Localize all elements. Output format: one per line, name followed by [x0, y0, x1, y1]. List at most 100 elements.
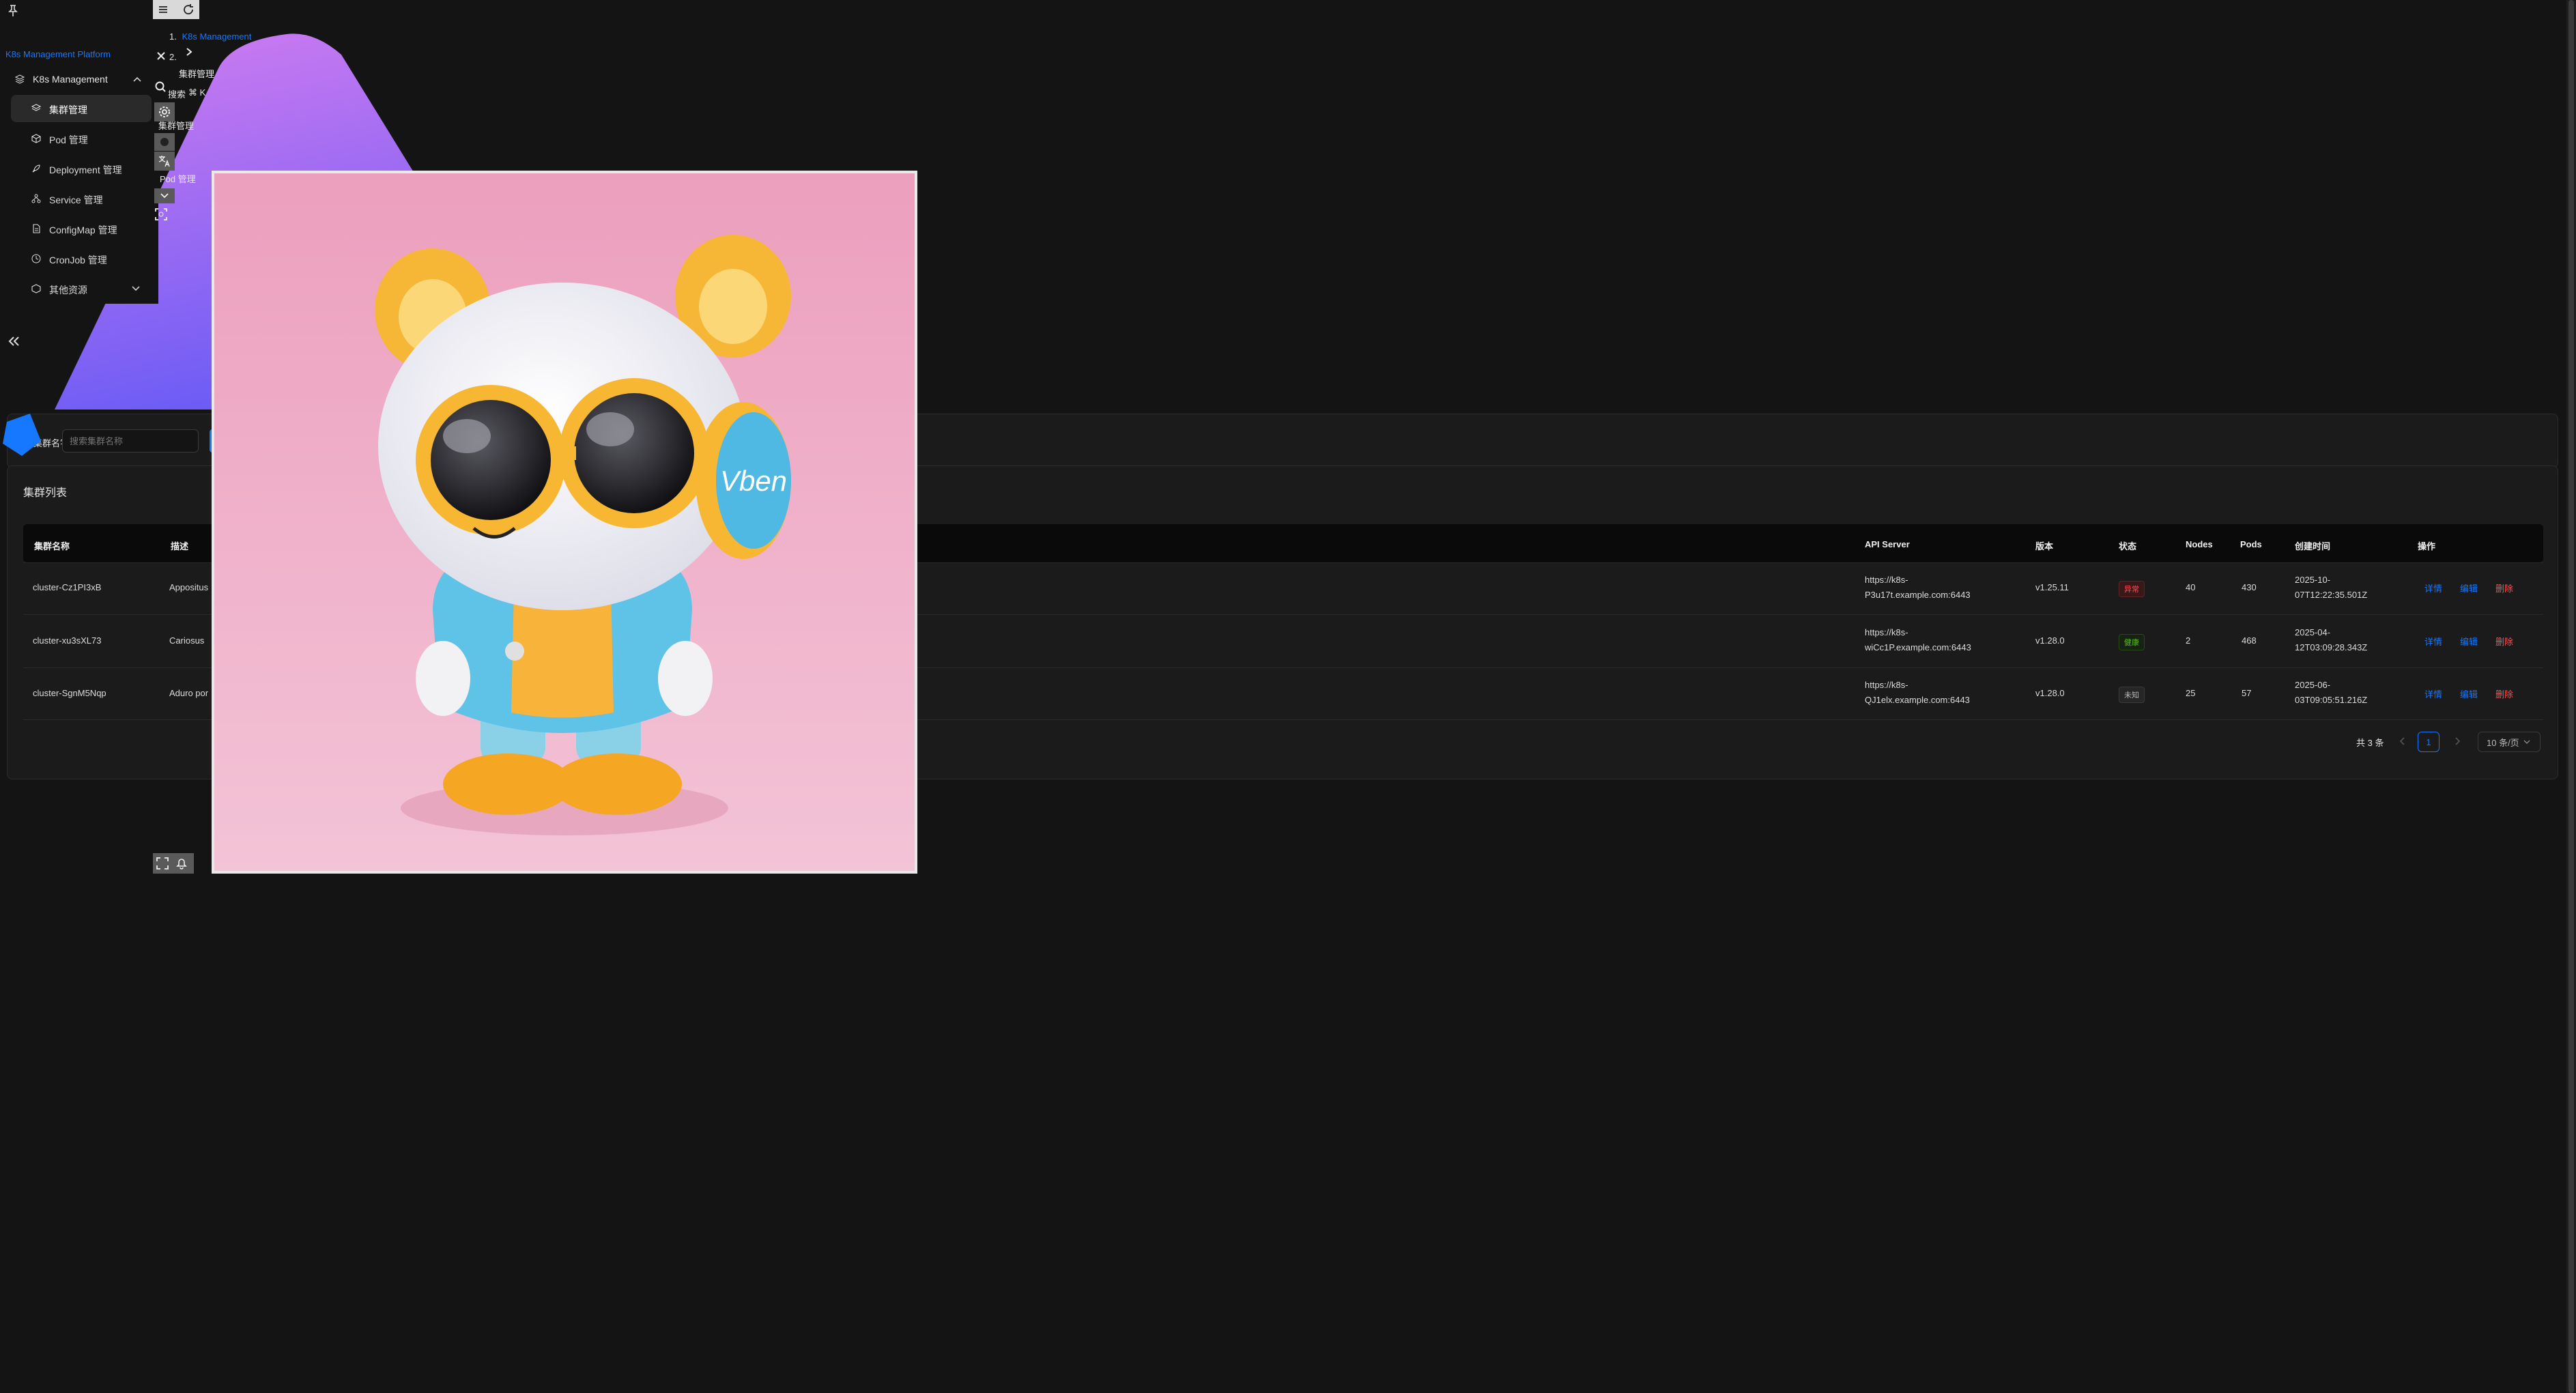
- chevron-down-icon: [132, 286, 140, 291]
- chevron-down-icon: [160, 193, 169, 199]
- edit-link[interactable]: 编辑: [2460, 581, 2478, 594]
- sidebar-item-label: 其他资源: [49, 285, 87, 296]
- sidebar: K8s Management Platform K8s Management 集…: [0, 0, 158, 304]
- cell-nodes: 25: [2186, 688, 2196, 698]
- detail-link[interactable]: 详情: [2424, 687, 2442, 700]
- close-icon[interactable]: [156, 51, 167, 61]
- cell-api-server: https://k8s-: [1865, 680, 1908, 690]
- header-toolbar: [153, 0, 199, 19]
- sidebar-item-pod[interactable]: Pod 管理: [11, 125, 152, 152]
- cell-created: 03T09:05:51.216Z: [2295, 695, 2368, 705]
- cell-created: 2025-06-: [2295, 680, 2331, 690]
- cell-api-server: https://k8s-: [1865, 575, 1908, 585]
- page-size-value: 10 条/页: [2487, 737, 2519, 748]
- translate-icon: [158, 156, 170, 167]
- bell-icon[interactable]: [175, 857, 188, 870]
- page-size-select[interactable]: 10 条/页: [2478, 732, 2541, 752]
- detail-link[interactable]: 详情: [2424, 581, 2442, 594]
- screenshot-icon[interactable]: [154, 207, 168, 221]
- search-shortcut: ⌘ K: [188, 87, 206, 98]
- cell-created: 12T03:09:28.343Z: [2295, 642, 2368, 652]
- sidebar-item-cronjob[interactable]: CronJob 管理: [11, 245, 152, 272]
- sidebar-item-configmap[interactable]: ConfigMap 管理: [11, 215, 152, 242]
- image-preview-overlay: Vben: [212, 171, 917, 874]
- search-icon[interactable]: [154, 81, 167, 93]
- chevron-left-icon[interactable]: [2397, 736, 2408, 747]
- menu-icon[interactable]: [157, 3, 169, 16]
- sidebar-item-label: Pod 管理: [49, 134, 88, 145]
- column-header: Nodes: [2186, 539, 2213, 549]
- edit-link[interactable]: 编辑: [2460, 635, 2478, 648]
- edit-link[interactable]: 编辑: [2460, 687, 2478, 700]
- column-header: 状态: [2119, 541, 2137, 551]
- search-label[interactable]: 搜索: [168, 87, 186, 100]
- cell-name: cluster-xu3sXL73: [33, 635, 102, 646]
- column-header: Pods: [2240, 539, 2262, 549]
- sidebar-item-label: ConfigMap 管理: [49, 225, 117, 235]
- cell-api-server: wiCc1P.example.com:6443: [1865, 642, 1971, 652]
- cell-version: v1.28.0: [2035, 635, 2065, 646]
- clock-icon: [31, 254, 41, 263]
- refresh-icon[interactable]: [182, 3, 195, 16]
- status-badge: 异常: [2119, 581, 2145, 597]
- tab-cluster[interactable]: 集群管理: [158, 119, 194, 132]
- column-header: 描述: [171, 541, 189, 551]
- tab-pod[interactable]: Pod 管理: [160, 172, 196, 185]
- column-header: 操作: [2418, 541, 2436, 551]
- pagination-page[interactable]: 1: [2418, 732, 2439, 752]
- scrollbar-thumb[interactable]: [2568, 0, 2574, 1393]
- breadcrumb-index: 1.: [169, 31, 177, 42]
- vertical-scrollbar[interactable]: [2566, 0, 2576, 1393]
- breadcrumb-item-k8s[interactable]: K8s Management: [182, 31, 251, 42]
- theme-toggle[interactable]: [154, 133, 175, 151]
- sidebar-item-label: 集群管理: [49, 104, 87, 115]
- breadcrumb: 1. K8s Management: [169, 31, 251, 42]
- box-icon: [31, 284, 41, 293]
- sidebar-item-cluster[interactable]: 集群管理: [11, 95, 152, 122]
- language-button[interactable]: [154, 152, 175, 171]
- cell-nodes: 40: [2186, 582, 2196, 592]
- cluster-search-input[interactable]: [62, 429, 199, 453]
- sidebar-item-label: Deployment 管理: [49, 164, 122, 175]
- sidebar-item-label: Service 管理: [49, 195, 103, 205]
- fullscreen-icon[interactable]: [156, 857, 169, 870]
- cell-desc: Appositus: [169, 582, 209, 592]
- network-icon: [31, 194, 41, 203]
- cell-pods: 430: [2242, 582, 2257, 592]
- menu-group-k8s[interactable]: K8s Management: [5, 68, 152, 90]
- delete-link[interactable]: 删除: [2495, 581, 2513, 594]
- footer-tools: [153, 853, 194, 874]
- sidebar-item-label: CronJob 管理: [49, 255, 107, 265]
- cell-name: cluster-Cz1PI3xB: [33, 582, 102, 592]
- status-badge: 健康: [2119, 634, 2145, 650]
- mascot-image: Vben: [214, 173, 915, 871]
- sidebar-item-others[interactable]: 其他资源: [11, 275, 152, 302]
- gear-icon: [159, 106, 170, 117]
- double-chevron-left-icon[interactable]: [7, 334, 20, 348]
- breadcrumb-index: 2.: [169, 52, 177, 62]
- chevron-down-icon: [2523, 740, 2530, 744]
- column-header: 集群名称: [34, 541, 70, 551]
- file-icon: [33, 224, 40, 233]
- cell-created: 2025-04-: [2295, 627, 2331, 637]
- breadcrumb-item-cluster: 集群管理: [179, 69, 215, 79]
- moon-icon: [160, 138, 169, 146]
- pin-icon[interactable]: [7, 4, 19, 18]
- platform-title[interactable]: K8s Management Platform: [5, 49, 111, 59]
- pagination-total: 共 3 条: [2356, 738, 2384, 748]
- cell-nodes: 2: [2186, 635, 2191, 646]
- chevron-right-icon: [186, 48, 192, 56]
- cell-version: v1.28.0: [2035, 688, 2065, 698]
- delete-link[interactable]: 删除: [2495, 635, 2513, 648]
- status-badge: 未知: [2119, 687, 2145, 703]
- detail-link[interactable]: 详情: [2424, 635, 2442, 648]
- delete-link[interactable]: 删除: [2495, 687, 2513, 700]
- cell-created: 2025-10-: [2295, 575, 2331, 585]
- tabs-dropdown[interactable]: [154, 188, 175, 203]
- sidebar-item-service[interactable]: Service 管理: [11, 185, 152, 212]
- chevron-up-icon: [133, 76, 141, 82]
- chevron-right-icon[interactable]: [2452, 736, 2463, 747]
- column-header: 版本: [2035, 541, 2054, 551]
- sidebar-item-deployment[interactable]: Deployment 管理: [11, 155, 152, 182]
- cell-desc: Aduro por: [169, 688, 209, 698]
